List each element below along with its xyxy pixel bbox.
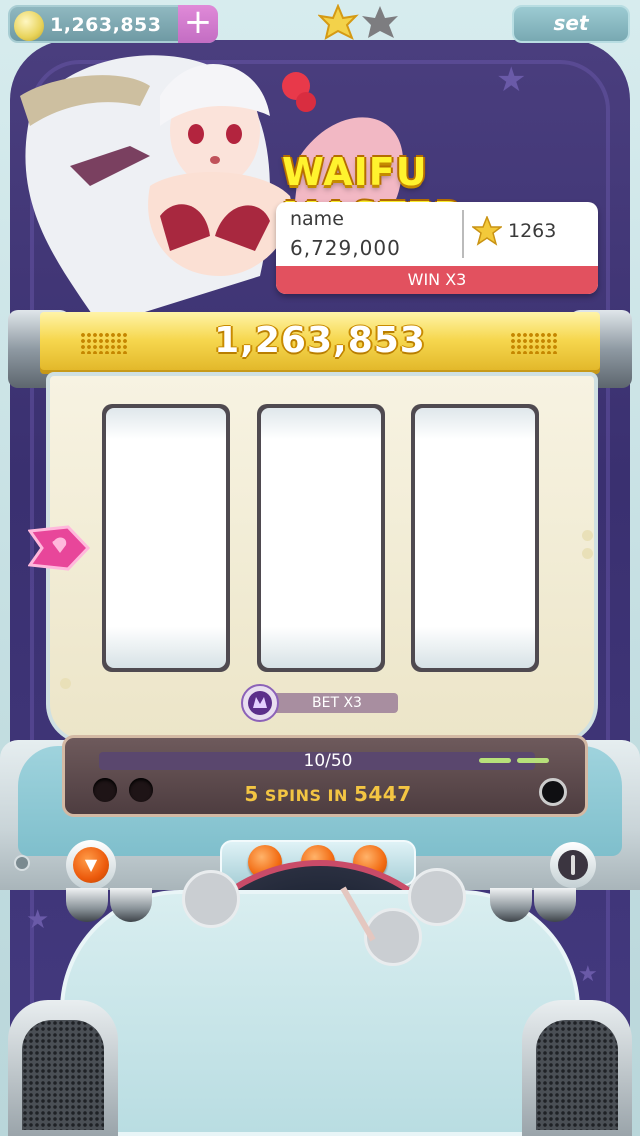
progress-indicator [479,758,511,763]
screw-icon [14,855,30,871]
bet-down-button[interactable]: ▼ [73,847,109,883]
add-coins-button[interactable]: + [178,5,218,43]
speaker-grill [22,1020,104,1130]
star-icon [318,4,359,41]
level-stars [318,4,398,41]
progress-indicator [517,758,549,763]
bet-emblem-icon[interactable] [241,684,279,722]
player-card: name 6,729,000 1263 WIN X3 [276,202,598,294]
star-icon [472,216,502,246]
reel-3 [411,404,539,672]
speaker-grill [536,1020,618,1130]
spin-lever-button[interactable] [558,850,588,880]
card-divider [462,210,464,258]
coin-amount: 1,263,853 [50,14,162,36]
settings-button[interactable]: set [512,5,630,43]
console-knob[interactable] [539,778,567,806]
spins-time: 5447 [353,782,412,806]
bell-icon [182,870,240,928]
win-multiplier: WIN X3 [276,266,598,294]
heart-pointer-icon [28,525,90,571]
speaker-right [522,1000,632,1136]
reel-2 [257,404,385,672]
star-empty-icon [362,6,398,38]
star-decoration-icon: ★ [578,962,598,987]
jackpot-bar: 1,263,853 [40,312,600,374]
spin-console: 10/50 5 SPINS IN 5447 [62,735,588,817]
spins-count: 5 [244,782,259,806]
bet-label: BET X3 [262,693,398,713]
spins-timer: 5 SPINS IN 5447 [65,782,591,806]
player-stars: 1263 [508,220,557,242]
lower-panel [60,890,580,1136]
panel-dot [582,530,593,541]
spins-label: SPINS IN [264,786,348,805]
game-screen: ★ ★ ★ ★ ★ 1,263,853 + set WAIFU MASTER [0,0,640,1136]
bell-icon [408,868,466,926]
reel-1 [102,404,230,672]
panel-dot [582,548,593,559]
jackpot-value: 1,263,853 [214,320,426,361]
star-decoration-icon: ★ [26,905,50,935]
player-score: 6,729,000 [290,236,401,260]
star-decoration-icon: ★ [496,60,527,100]
coin-icon [14,11,44,41]
speaker-left [8,1000,118,1136]
panel-dot [60,678,71,689]
progress-text: 10/50 [303,751,353,771]
player-name: name [290,208,344,230]
